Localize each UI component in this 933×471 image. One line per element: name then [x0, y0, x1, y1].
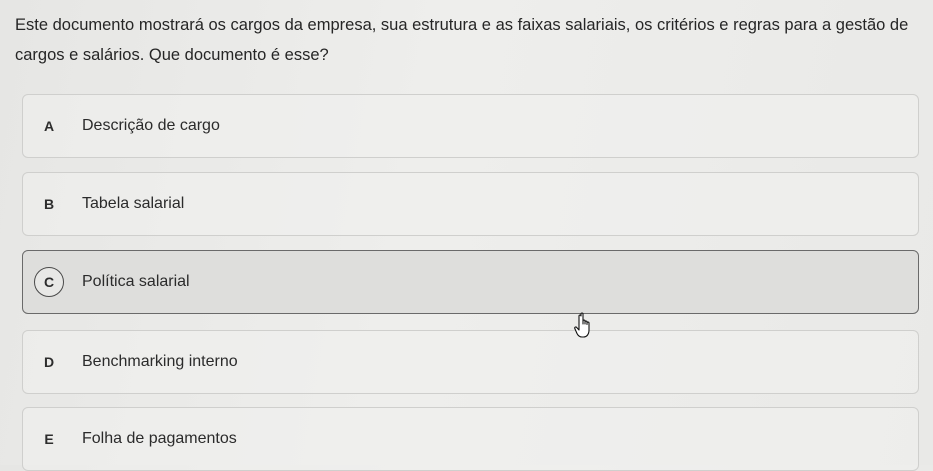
hand-pointer-icon — [574, 312, 590, 338]
option-text-d: Benchmarking interno — [82, 353, 238, 370]
option-d[interactable]: D Benchmarking interno — [22, 330, 919, 394]
option-a[interactable]: A Descrição de cargo — [22, 94, 919, 158]
option-letter-e: E — [44, 431, 54, 447]
option-text-a: Descrição de cargo — [82, 117, 220, 134]
option-text-e: Folha de pagamentos — [82, 430, 237, 447]
option-letter-d: D — [43, 354, 55, 370]
question-text: Este documento mostrará os cargos da emp… — [15, 16, 909, 64]
option-b[interactable]: B Tabela salarial — [22, 172, 919, 236]
option-c[interactable]: C Política salarial — [22, 250, 919, 314]
option-letter-b: B — [43, 196, 55, 212]
option-e[interactable]: E Folha de pagamentos — [22, 407, 919, 471]
option-text-c: Política salarial — [82, 273, 190, 290]
option-letter-a: A — [43, 118, 55, 134]
option-letter-c: C — [34, 267, 64, 297]
option-text-b: Tabela salarial — [82, 195, 185, 212]
